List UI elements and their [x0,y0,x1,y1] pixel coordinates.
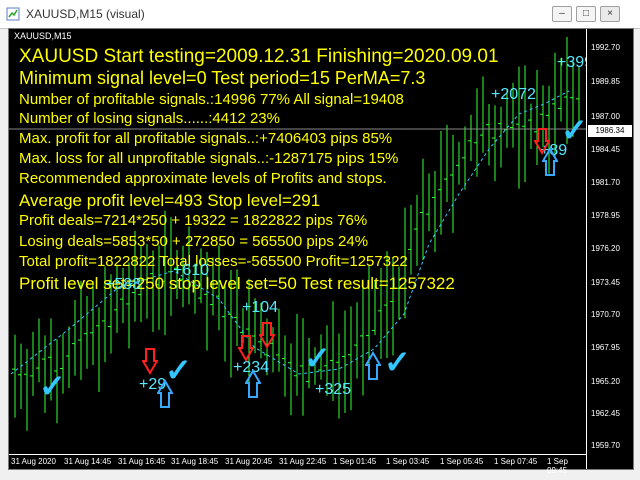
price-tick: 1970.70 [591,310,620,319]
window-titlebar: XAUUSD,M15 (visual) – □ × [0,0,640,29]
signal-value: +2072 [491,86,536,103]
info-line: Average profit level=493 Stop level=291 [19,191,321,210]
info-line: XAUUSD Start testing=2009.12.31 Finishin… [19,46,499,67]
signal-value: +610 [173,262,210,279]
price-tick: 1967.95 [591,343,620,352]
time-tick: 31 Aug 22:45 [279,457,327,466]
info-line: Total profit=1822822 Total losses=-56550… [19,253,408,270]
price-tick: 1962.45 [591,409,620,418]
price-tick: 1984.45 [591,145,620,154]
signal-value: +104 [242,299,279,316]
price-axis: 1992.70 1989.85 1987.00 1986.34 1984.45 … [586,29,633,469]
buy-arrow-icon [542,147,558,176]
time-tick: 1 Sep 05:45 [440,457,484,466]
price-tick: 1992.70 [591,43,620,52]
time-tick: 1 Sep 03:45 [386,457,430,466]
info-line: Max. profit for all profitable signals..… [19,130,393,147]
checkmark-icon: ✓ [165,352,192,388]
signal-value: +325 [315,381,352,398]
checkmark-icon: ✓ [304,340,331,376]
info-line: Number of profitable signals.:14996 77% … [19,91,404,108]
time-tick: 31 Aug 14:45 [64,457,112,466]
close-button[interactable]: × [600,6,620,22]
chart-area[interactable]: XAUUSD,M15 XAUUSD Start testing=2009.12.… [8,28,634,475]
maximize-button[interactable]: □ [576,6,596,22]
time-tick: 31 Aug 18:45 [171,457,219,466]
price-tick: 1959.70 [591,441,620,450]
price-tick: 1976.20 [591,244,620,253]
chart-window-icon [6,7,20,21]
time-tick: 31 Aug 2020 [11,457,56,466]
current-price-label: 1986.34 [587,124,633,138]
checkmark-icon: ✓ [39,368,66,404]
checkmark-icon: ✓ [384,344,411,380]
price-tick: 1989.85 [591,77,620,86]
time-tick: 1 Sep 07:45 [494,457,538,466]
price-tick: 1978.95 [591,211,620,220]
price-tick: 1973.45 [591,278,620,287]
time-tick: 1 Sep 09:45 [547,457,568,475]
price-tick: 1965.20 [591,377,620,386]
info-line: Profit level set=250 stop level set=50 T… [19,274,455,293]
info-line: Recommended approximate levels of Profit… [19,170,387,187]
chart-symbol-label: XAUUSD,M15 [14,31,72,41]
buy-arrow-icon [365,351,381,380]
time-tick: 1 Sep 01:45 [333,457,377,466]
minimize-button[interactable]: – [552,6,572,22]
price-tick: 1987.00 [591,112,620,121]
window-title: XAUUSD,M15 (visual) [26,7,145,21]
buy-arrow-icon [245,369,261,398]
info-line: Number of losing signals......:4412 23% [19,110,280,127]
signal-value: +588 [105,276,142,293]
sell-arrow-icon [142,348,158,375]
info-line: Minimum signal level=0 Test period=15 Pe… [19,68,426,88]
sell-arrow-icon [238,335,254,362]
time-axis: 31 Aug 2020 31 Aug 14:45 31 Aug 16:45 31… [9,454,587,475]
checkmark-icon: ✓ [561,112,588,148]
time-tick: 31 Aug 16:45 [118,457,166,466]
time-tick: 31 Aug 20:45 [225,457,273,466]
info-line: Profit deals=7214*250 + 19322 = 1822822 … [19,212,368,229]
price-tick: 1981.70 [591,178,620,187]
sell-arrow-icon [259,322,275,349]
info-line: Losing deals=5853*50 + 272850 = 565500 p… [19,233,369,250]
info-line: Max. loss for all unprofitable signals..… [19,150,399,167]
